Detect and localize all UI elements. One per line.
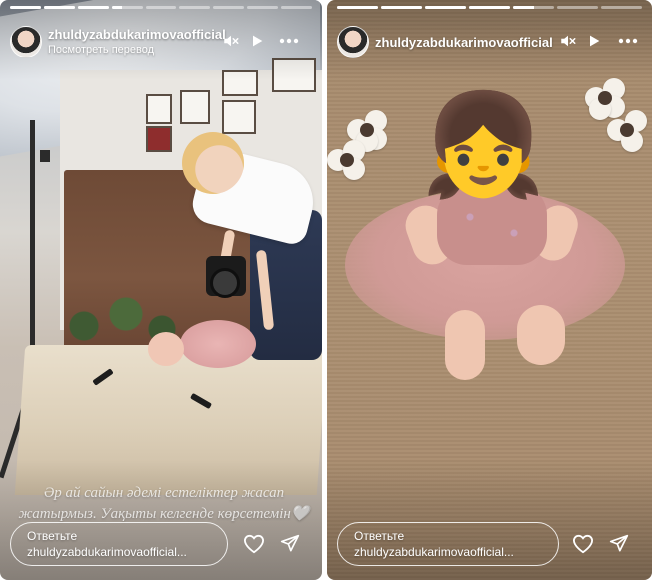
story-progress-bar: [337, 6, 642, 9]
progress-segment: [381, 6, 422, 9]
username[interactable]: zhuldyzabdukarimovaofficial: [48, 27, 226, 42]
pink-tutu: [180, 320, 256, 368]
avatar[interactable]: [337, 26, 369, 58]
story-card-right[interactable]: 👧 zhuldyzabdukarimovaofficial Ответьте z…: [327, 0, 652, 580]
muted-speaker-icon[interactable]: [557, 30, 579, 52]
progress-segment-fill: [425, 6, 466, 9]
progress-segment: [601, 6, 642, 9]
wall-frame: [222, 100, 256, 134]
progress-segment-fill: [77, 6, 109, 9]
more-options-icon[interactable]: [617, 30, 639, 52]
progress-segment: [469, 6, 510, 9]
reply-input[interactable]: Ответьте zhuldyzabdukarimovaofficial...: [337, 522, 559, 566]
reply-placeholder-line2: zhuldyzabdukarimovaofficial...: [27, 545, 187, 559]
progress-segment: [513, 6, 554, 9]
girl-emoji-sticker: 👧: [421, 89, 546, 201]
story-card-left[interactable]: zhuldyzabdukarimovaofficial Посмотреть п…: [0, 0, 322, 580]
progress-segment: [557, 6, 598, 9]
progress-segment: [179, 6, 211, 9]
paper-plane-icon[interactable]: [607, 532, 631, 556]
story-header: zhuldyzabdukarimovaofficial: [337, 24, 642, 60]
progress-segment-fill: [111, 6, 123, 9]
more-options-icon[interactable]: [278, 30, 300, 52]
baby-in-tutu: [148, 318, 258, 370]
white-flower: [327, 140, 367, 180]
story-caption: Әр ай сайын әдемі естеліктер жасап жатыр…: [18, 485, 310, 522]
baby-head: [148, 332, 184, 366]
reply-placeholder-line1: Ответьте: [27, 529, 78, 543]
avatar[interactable]: [10, 26, 42, 58]
camera: [206, 256, 246, 298]
progress-segment: [77, 6, 109, 9]
reply-placeholder-line1: Ответьте: [354, 529, 405, 543]
wall-frame: [146, 126, 172, 152]
wall-frame: [180, 90, 210, 124]
progress-segment-fill: [381, 6, 422, 9]
photographer-head: [182, 132, 244, 194]
muted-speaker-icon[interactable]: [220, 30, 242, 52]
play-icon[interactable]: [583, 30, 605, 52]
story-progress-bar: [10, 6, 313, 9]
progress-segment-fill: [469, 6, 510, 9]
progress-segment: [337, 6, 378, 9]
progress-segment: [111, 6, 143, 9]
progress-segment: [43, 6, 75, 9]
progress-segment-fill: [10, 6, 41, 9]
progress-segment: [425, 6, 466, 9]
wall-frame: [146, 94, 172, 124]
reply-placeholder-line2: zhuldyzabdukarimovaofficial...: [354, 545, 514, 559]
progress-segment: [247, 6, 279, 9]
story-header: zhuldyzabdukarimovaofficial Посмотреть п…: [10, 24, 312, 60]
progress-segment: [145, 6, 177, 9]
progress-segment-fill: [513, 6, 534, 9]
tripod-head: [40, 150, 50, 162]
see-translation-link[interactable]: Посмотреть перевод: [48, 44, 154, 56]
heart-icon[interactable]: [242, 532, 266, 556]
baby-leg: [517, 305, 565, 365]
heart-icon[interactable]: [571, 532, 595, 556]
reply-input[interactable]: Ответьте zhuldyzabdukarimovaofficial...: [10, 522, 228, 566]
progress-segment: [281, 6, 313, 9]
progress-segment-fill: [43, 6, 75, 9]
progress-segment: [213, 6, 245, 9]
baby-leg: [445, 310, 485, 380]
play-icon[interactable]: [246, 30, 268, 52]
paper-plane-icon[interactable]: [278, 532, 302, 556]
white-flower: [607, 110, 647, 152]
username[interactable]: zhuldyzabdukarimovaofficial: [375, 35, 553, 50]
progress-segment-fill: [337, 6, 378, 9]
progress-segment: [10, 6, 41, 9]
